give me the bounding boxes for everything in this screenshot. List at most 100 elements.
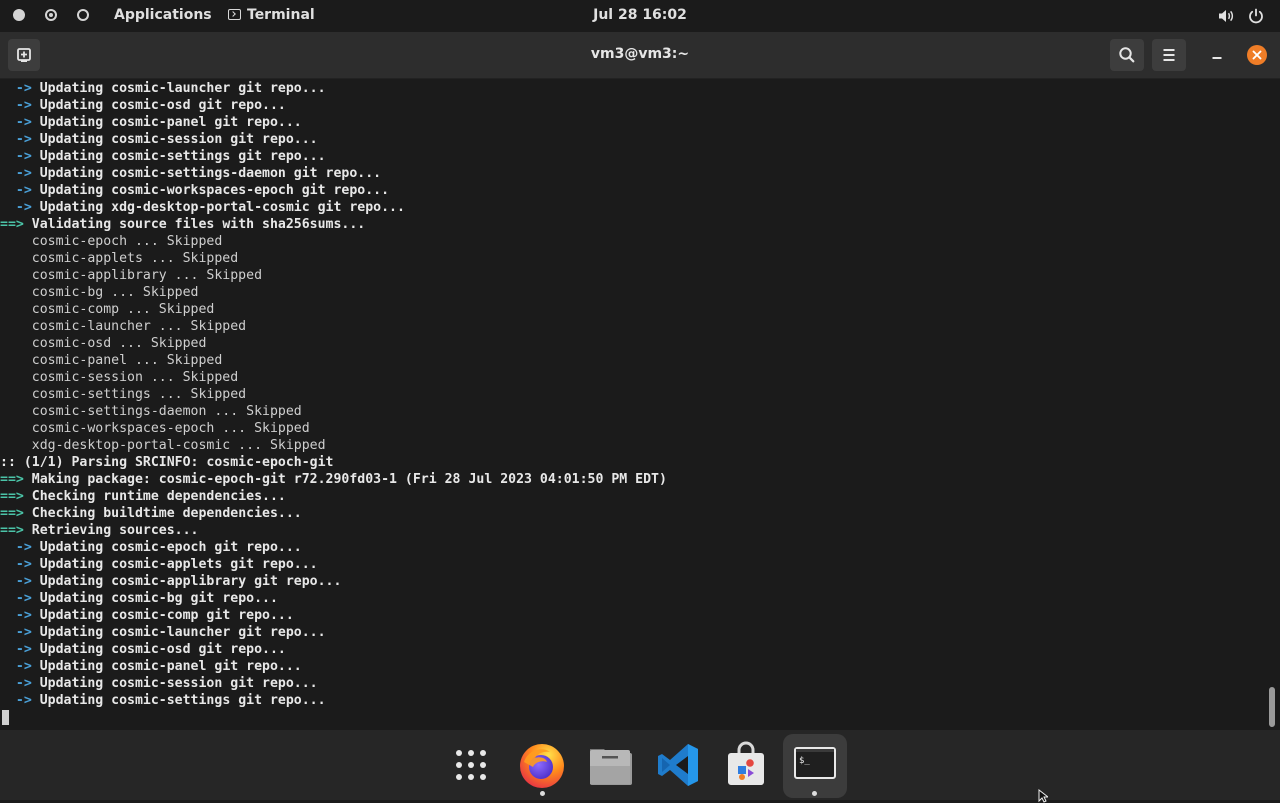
terminal-line-text: Updating xdg-desktop-portal-cosmic git r… [39,200,405,215]
terminal-scrollbar[interactable] [1264,79,1280,730]
terminal-line: cosmic-session ... Skipped [0,369,667,386]
terminal-line: cosmic-settings ... Skipped [0,386,667,403]
terminal-line-text: Updating cosmic-launcher git repo... [39,625,326,640]
window-headerbar[interactable]: vm3@vm3:~ [0,32,1280,79]
firefox-launcher[interactable] [514,736,570,794]
terminal-line-text: Updating cosmic-applets git repo... [39,557,318,572]
terminal-line: -> Updating cosmic-session git repo... [0,131,667,148]
search-icon [1119,47,1135,63]
step-prefix: -> [0,676,40,691]
top-panel: Applications Terminal Jul 28 16:02 [0,0,1280,32]
new-tab-icon [17,48,31,62]
step-prefix: -> [0,540,40,555]
terminal-line: -> Updating cosmic-applets git repo... [0,556,667,573]
terminal-line: -> Updating xdg-desktop-portal-cosmic gi… [0,199,667,216]
step-prefix: -> [0,591,40,606]
terminal-line-text: Updating cosmic-session git repo... [39,132,318,147]
terminal-line-text: cosmic-workspaces-epoch ... Skipped [0,421,310,436]
step-prefix: -> [0,149,40,164]
terminal-line: cosmic-panel ... Skipped [0,352,667,369]
terminal-line-text: Updating cosmic-panel git repo... [39,659,302,674]
clock[interactable]: Jul 28 16:02 [593,7,687,23]
step-prefix: -> [0,166,40,181]
step-prefix: -> [0,608,40,623]
terminal-window: vm3@vm3:~ -> Updating cosmic-launcher gi… [0,32,1280,730]
active-app-label: Terminal [247,7,315,23]
app-library-button[interactable] [443,736,499,794]
terminal-line-text: Updating cosmic-osd git repo... [39,642,286,657]
app-store-launcher[interactable] [718,736,774,794]
terminal-line: cosmic-osd ... Skipped [0,335,667,352]
terminal-line: -> Updating cosmic-comp git repo... [0,607,667,624]
step-prefix: -> [0,132,40,147]
terminal-line-text: cosmic-applibrary ... Skipped [0,268,263,283]
terminal-line: cosmic-comp ... Skipped [0,301,667,318]
terminal-line-text: Updating cosmic-settings-daemon git repo… [39,166,382,181]
terminal-lines: -> Updating cosmic-launcher git repo... … [0,80,667,709]
workspace-2-indicator[interactable] [45,9,57,21]
terminal-line-text: Checking buildtime dependencies... [31,506,302,521]
terminal-output[interactable]: -> Updating cosmic-launcher git repo... … [0,79,1264,730]
terminal-line-text: Updating cosmic-comp git repo... [39,608,294,623]
window-title: vm3@vm3:~ [590,46,690,62]
terminal-line-text: cosmic-settings ... Skipped [0,387,247,402]
terminal-line-text: cosmic-panel ... Skipped [0,353,223,368]
terminal-line-text: Updating cosmic-launcher git repo... [39,81,326,96]
firefox-running-indicator [540,791,545,796]
close-button[interactable] [1247,45,1267,65]
hamburger-icon [1163,49,1175,61]
section-prefix: ==> [0,523,32,538]
terminal-line-text: Updating cosmic-applibrary git repo... [39,574,342,589]
terminal-app-icon [228,9,241,20]
terminal-line: :: (1/1) Parsing SRCINFO: cosmic-epoch-g… [0,454,667,471]
hamburger-menu-button[interactable] [1152,39,1186,71]
terminal-line: -> Updating cosmic-settings git repo... [0,148,667,165]
terminal-line: -> Updating cosmic-applibrary git repo..… [0,573,667,590]
step-prefix: -> [0,642,40,657]
step-prefix: -> [0,81,40,96]
workspace-1-indicator[interactable] [13,9,25,21]
terminal-cursor [2,710,9,725]
terminal-line-text: cosmic-settings-daemon ... Skipped [0,404,302,419]
files-launcher[interactable] [582,736,638,794]
new-tab-button[interactable] [8,39,40,71]
volume-icon[interactable] [1217,7,1235,25]
applications-menu-button[interactable]: Applications [114,7,212,23]
terminal-line-text: Updating cosmic-settings git repo... [39,693,326,708]
step-prefix: -> [0,183,40,198]
terminal-line: -> Updating cosmic-launcher git repo... [0,80,667,97]
search-button[interactable] [1110,39,1144,71]
vscode-launcher[interactable] [650,736,706,794]
workspace-3-indicator[interactable] [77,9,89,21]
terminal-running-indicator [812,791,817,796]
terminal-line-text: cosmic-session ... Skipped [0,370,239,385]
section-prefix: ==> [0,217,32,232]
terminal-line: ==> Checking runtime dependencies... [0,488,667,505]
power-icon[interactable] [1247,7,1265,25]
files-icon [590,749,632,785]
terminal-line: cosmic-launcher ... Skipped [0,318,667,335]
terminal-line: xdg-desktop-portal-cosmic ... Skipped [0,437,667,454]
terminal-line-text: Updating cosmic-settings git repo... [39,149,326,164]
vscode-icon [658,744,698,786]
minimize-button[interactable] [1203,43,1231,67]
terminal-line: -> Updating cosmic-session git repo... [0,675,667,692]
terminal-line-text: Updating cosmic-osd git repo... [39,98,286,113]
step-prefix: -> [0,659,40,674]
terminal-line: cosmic-workspaces-epoch ... Skipped [0,420,667,437]
terminal-line-text: cosmic-osd ... Skipped [0,336,207,351]
terminal-line: cosmic-settings-daemon ... Skipped [0,403,667,420]
terminal-line-text: Checking runtime dependencies... [31,489,286,504]
terminal-line: -> Updating cosmic-settings-daemon git r… [0,165,667,182]
terminal-line: cosmic-applets ... Skipped [0,250,667,267]
active-app-terminal-button[interactable]: Terminal [228,7,315,23]
step-prefix: -> [0,200,40,215]
terminal-line: ==> Checking buildtime dependencies... [0,505,667,522]
scrollbar-thumb[interactable] [1269,687,1275,727]
terminal-line-text: cosmic-launcher ... Skipped [0,319,247,334]
firefox-icon [520,744,564,788]
terminal-launcher[interactable]: $_ [783,734,847,798]
step-prefix: -> [0,574,40,589]
terminal-line-text: cosmic-applets ... Skipped [0,251,239,266]
terminal-line: -> Updating cosmic-settings git repo... [0,692,667,709]
